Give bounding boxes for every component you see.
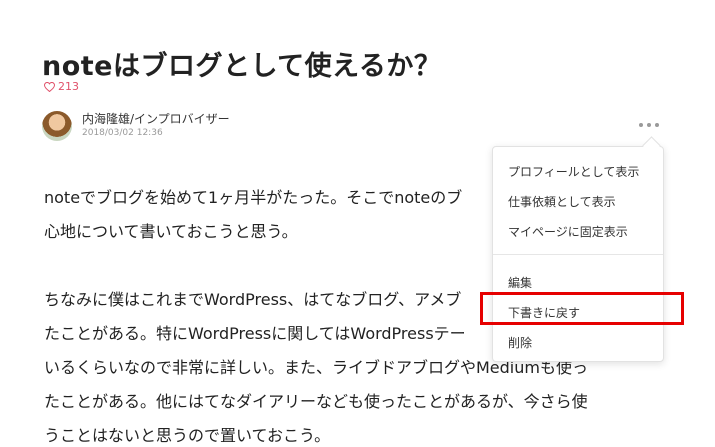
body-line: たことがある。他にはてなダイアリーなども使ったことがあるが、今さら使 — [44, 392, 588, 411]
like-count: 213 — [58, 80, 79, 93]
body-line: うことはないと思うので置いておこう。 — [44, 426, 331, 445]
more-horizontal-icon[interactable] — [639, 118, 659, 132]
menu-item-show-as-profile[interactable]: プロフィールとして表示 — [508, 163, 639, 180]
menu-item-pin-to-mypage[interactable]: マイページに固定表示 — [508, 223, 628, 240]
page-title: noteはブログとして使えるか？ — [42, 51, 442, 83]
author-name[interactable]: 内海隆雄/インプロバイザー — [82, 112, 230, 127]
more-dot — [639, 123, 643, 127]
author-block: 内海隆雄/インプロバイザー 2018/03/02 12:36 — [42, 111, 230, 141]
menu-item-delete[interactable]: 削除 — [508, 334, 532, 351]
publish-date: 2018/03/02 12:36 — [82, 128, 163, 138]
article-page: noteはブログとして使えるか？ 213 内海隆雄/インプロバイザー 2018/… — [0, 0, 715, 447]
more-dot — [655, 123, 659, 127]
highlight-annotation — [480, 292, 684, 325]
menu-divider — [493, 254, 663, 255]
avatar[interactable] — [42, 111, 72, 141]
menu-item-show-as-job-request[interactable]: 仕事依頼として表示 — [508, 193, 616, 210]
like-button[interactable]: 213 — [44, 80, 79, 93]
heart-icon — [44, 81, 55, 92]
menu-item-edit[interactable]: 編集 — [508, 274, 532, 291]
more-dot — [647, 123, 651, 127]
author-meta: 内海隆雄/インプロバイザー 2018/03/02 12:36 — [82, 112, 230, 140]
article-options-menu: プロフィールとして表示 仕事依頼として表示 マイページに固定表示 編集 下書きに… — [492, 146, 664, 362]
